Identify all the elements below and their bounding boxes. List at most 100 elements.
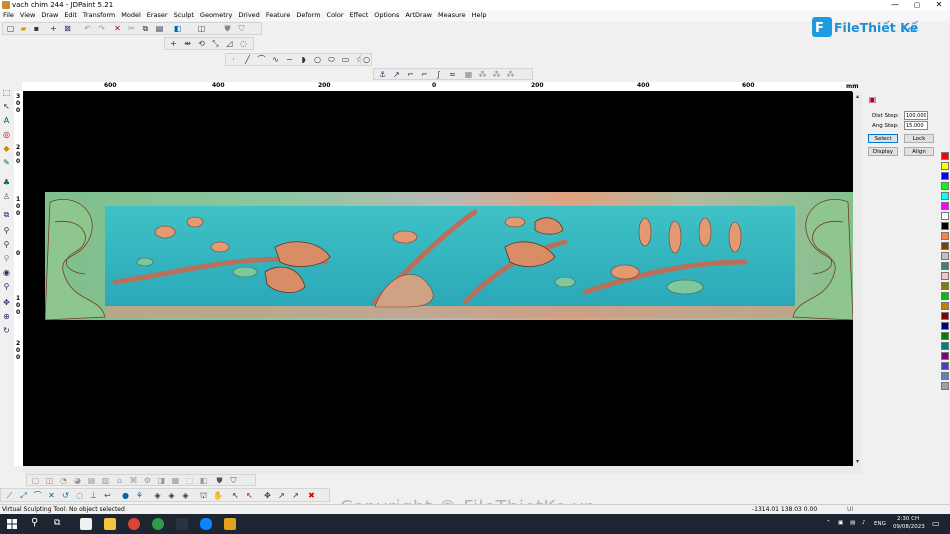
menu-deform[interactable]: Deform: [293, 10, 323, 21]
wave-icon[interactable]: ≈: [448, 70, 457, 79]
sculpt-loop-icon[interactable]: ↺: [61, 491, 70, 500]
sculpt-pick-alt-icon[interactable]: ↗: [291, 491, 300, 500]
redo-icon[interactable]: ↷: [97, 24, 106, 33]
color-swatch[interactable]: [941, 272, 949, 280]
sculpt-tool-4-icon[interactable]: ◕: [73, 476, 82, 485]
lock-button[interactable]: Lock: [904, 134, 934, 143]
fill-icon[interactable]: ◆: [2, 144, 11, 153]
sculpt-tool-7-icon[interactable]: ⌂: [115, 476, 124, 485]
array-icon[interactable]: ◌: [239, 39, 248, 48]
pan-icon[interactable]: ✥: [2, 298, 11, 307]
zoom-window-icon[interactable]: ⚲: [2, 254, 11, 263]
sculpt-tool-13-icon[interactable]: ◧: [199, 476, 208, 485]
color-swatch[interactable]: [941, 262, 949, 270]
sculpt-tool-6-icon[interactable]: ▥: [101, 476, 110, 485]
volume-icon[interactable]: ♪: [862, 520, 866, 526]
color-swatch[interactable]: [941, 182, 949, 190]
sculpt-pull-icon[interactable]: ⤢: [19, 491, 28, 500]
sculpt-arrow-red-icon[interactable]: ↖: [245, 491, 254, 500]
color-swatch[interactable]: [941, 222, 949, 230]
cluster-icon[interactable]: ⁂: [478, 70, 487, 79]
paste-icon[interactable]: ▤: [155, 24, 164, 33]
menu-sculpt[interactable]: Sculpt: [171, 10, 197, 21]
search-icon[interactable]: ⚲: [31, 517, 38, 528]
menu-file[interactable]: File: [0, 10, 17, 21]
clock-date[interactable]: 09/08/2023: [893, 524, 925, 530]
pick-icon[interactable]: ↖: [2, 102, 11, 111]
sculpt-diamond-1-icon[interactable]: ◈: [153, 491, 162, 500]
sculpt-tool-2-icon[interactable]: ◫: [45, 476, 54, 485]
ellipse-icon[interactable]: ⬭: [327, 55, 336, 64]
sculpt-arrow-icon[interactable]: ↖: [231, 491, 240, 500]
cluster-alt-icon[interactable]: ⁂: [492, 70, 501, 79]
menu-feature[interactable]: Feature: [263, 10, 294, 21]
task-view-icon[interactable]: ⧉: [54, 518, 60, 528]
language-indicator[interactable]: ENG: [874, 521, 886, 527]
corner-icon[interactable]: ⌐: [406, 70, 415, 79]
sculpt-cancel-icon[interactable]: ✖: [307, 491, 316, 500]
minimize-button[interactable]: —: [884, 0, 906, 10]
rotate-view-icon[interactable]: ↻: [2, 326, 11, 335]
sculpt-diamond-2-icon[interactable]: ◈: [167, 491, 176, 500]
anchor-icon[interactable]: ⚓: [378, 70, 387, 79]
menu-geometry[interactable]: Geometry: [197, 10, 235, 21]
tray-chevron-icon[interactable]: ⌃: [826, 520, 831, 526]
node-edit-icon[interactable]: ↗: [392, 70, 401, 79]
delete-icon[interactable]: ✕: [113, 24, 122, 33]
windows-start-icon[interactable]: [7, 519, 17, 529]
tray-app-icon[interactable]: ▣: [838, 520, 843, 526]
sculpt-smudge-icon[interactable]: ✋: [213, 491, 223, 500]
green-app-icon[interactable]: [152, 518, 164, 530]
folder-icon[interactable]: [104, 518, 116, 530]
tool-app-icon[interactable]: [176, 518, 188, 530]
dist-step-input[interactable]: [904, 111, 928, 120]
eye-icon[interactable]: ◉: [2, 268, 11, 277]
sculpt-spread-icon[interactable]: ⚘: [135, 491, 144, 500]
sculpt-pick-icon[interactable]: ↗: [277, 491, 286, 500]
select-button[interactable]: Select: [868, 134, 898, 143]
corner-alt-icon[interactable]: ⌐: [420, 70, 429, 79]
grid-box-icon[interactable]: ▦: [464, 70, 473, 79]
shield-solid-icon[interactable]: ⛊: [215, 476, 224, 485]
color-swatch[interactable]: [941, 152, 949, 160]
close-button[interactable]: ✕: [928, 0, 950, 10]
color-swatch[interactable]: [941, 362, 949, 370]
text-tool-icon[interactable]: A: [2, 116, 11, 125]
color-swatch[interactable]: [941, 332, 949, 340]
circle-outline-icon[interactable]: ○: [362, 55, 371, 64]
color-swatch[interactable]: [941, 342, 949, 350]
brush-icon[interactable]: ✎: [2, 158, 11, 167]
menu-artdraw[interactable]: ArtDraw: [402, 10, 435, 21]
color-swatch[interactable]: [941, 292, 949, 300]
scale-icon[interactable]: ⤡: [211, 39, 220, 48]
new-file-icon[interactable]: ▢: [6, 24, 15, 33]
sculpt-hook-icon[interactable]: ↩: [103, 491, 112, 500]
trim-icon[interactable]: ∫: [434, 70, 443, 79]
sculpt-tool-1-icon[interactable]: ▢: [31, 476, 40, 485]
menu-draw[interactable]: Draw: [38, 10, 61, 21]
select-box-icon[interactable]: ⊠: [63, 24, 72, 33]
crosshair-icon[interactable]: +: [49, 24, 58, 33]
save-icon[interactable]: ▪: [32, 24, 41, 33]
ang-step-input[interactable]: [904, 121, 928, 130]
menu-model[interactable]: Model: [118, 10, 144, 21]
zalo-icon[interactable]: [200, 518, 212, 530]
curve-icon[interactable]: ∿: [271, 55, 280, 64]
color-swatch[interactable]: [941, 212, 949, 220]
sculpt-tool-12-icon[interactable]: ⬚: [185, 476, 194, 485]
target-icon[interactable]: ◎: [2, 130, 11, 139]
tree-icon[interactable]: ♣: [2, 178, 11, 187]
open-folder-icon[interactable]: ▰: [19, 24, 28, 33]
menu-options[interactable]: Options: [371, 10, 402, 21]
file-explorer-icon[interactable]: [80, 518, 92, 530]
chrome-icon[interactable]: [128, 518, 140, 530]
relief-carving-model[interactable]: [45, 192, 853, 320]
menu-eraser[interactable]: Eraser: [144, 10, 171, 21]
color-swatch[interactable]: [941, 382, 949, 390]
network-icon[interactable]: ▤: [850, 520, 855, 526]
clock-time[interactable]: 2:30 CH: [897, 516, 919, 522]
menu-effect[interactable]: Effect: [347, 10, 372, 21]
shield-icon[interactable]: ⛊: [223, 24, 232, 33]
figure-icon[interactable]: ♙: [2, 192, 11, 201]
rectangle-icon[interactable]: ▭: [341, 55, 350, 64]
